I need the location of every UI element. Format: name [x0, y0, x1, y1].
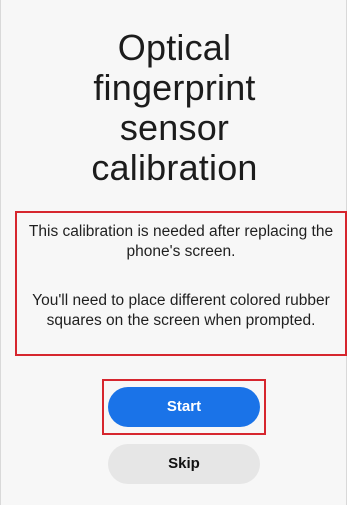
description-paragraph-2: You'll need to place different colored r…: [32, 292, 330, 329]
description-paragraph-1: This calibration is needed after replaci…: [28, 223, 334, 260]
page-title: Optical fingerprint sensor calibration: [91, 27, 258, 188]
skip-button[interactable]: Skip: [108, 444, 260, 484]
start-button[interactable]: Start: [108, 387, 260, 427]
calibration-screen: Optical fingerprint sensor calibration T…: [0, 0, 347, 505]
